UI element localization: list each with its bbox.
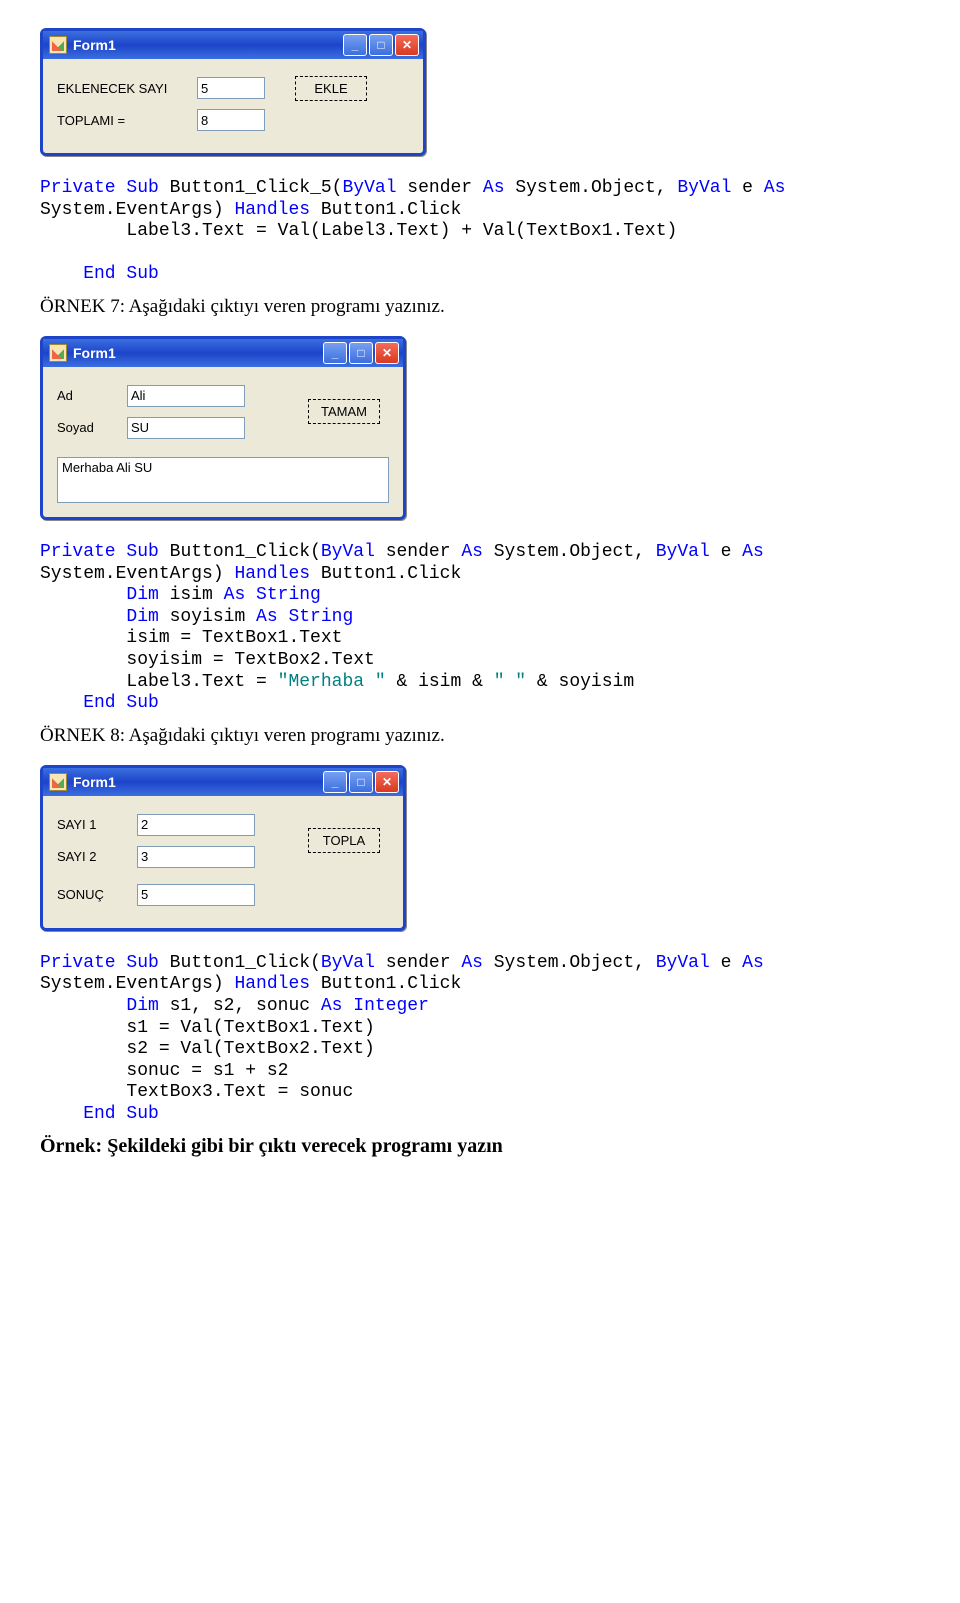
input-sonuc[interactable] (137, 884, 255, 906)
tamam-button[interactable]: TAMAM (308, 399, 380, 424)
form2-window: Form1 _ □ ✕ Ad Soyad TAMAM (40, 336, 406, 520)
code-block-2: Private Sub Button1_Click(ByVal sender A… (40, 542, 920, 715)
minimize-icon[interactable]: _ (323, 771, 347, 793)
form1-title: Form1 (73, 37, 116, 53)
label-sayi2: SAYI 2 (57, 849, 137, 864)
form3-window: Form1 _ □ ✕ SAYI 1 SAYI 2 T (40, 765, 406, 931)
label-eklenecek-sayi: EKLENECEK SAYI (57, 81, 197, 96)
form2-titlebar[interactable]: Form1 _ □ ✕ (43, 339, 403, 367)
minimize-icon[interactable]: _ (343, 34, 367, 56)
ekle-button[interactable]: EKLE (295, 76, 367, 101)
input-ad[interactable] (127, 385, 245, 407)
form1-titlebar[interactable]: Form1 _ □ ✕ (43, 31, 423, 59)
input-soyad[interactable] (127, 417, 245, 439)
ornek-last-text: Örnek: Şekildeki gibi bir çıktı verecek … (40, 1135, 920, 1158)
label-sonuc: SONUÇ (57, 887, 137, 902)
maximize-icon[interactable]: □ (349, 342, 373, 364)
app-icon (49, 344, 67, 362)
form3-title: Form1 (73, 774, 116, 790)
app-icon (49, 36, 67, 54)
form2-title: Form1 (73, 345, 116, 361)
input-sayi2[interactable] (137, 846, 255, 868)
input-eklenecek-sayi[interactable] (197, 77, 265, 99)
close-icon[interactable]: ✕ (375, 771, 399, 793)
label-ad: Ad (57, 388, 127, 403)
maximize-icon[interactable]: □ (349, 771, 373, 793)
form3-titlebar[interactable]: Form1 _ □ ✕ (43, 768, 403, 796)
topla-button[interactable]: TOPLA (308, 828, 380, 853)
maximize-icon[interactable]: □ (369, 34, 393, 56)
app-icon (49, 773, 67, 791)
minimize-icon[interactable]: _ (323, 342, 347, 364)
label-toplam: TOPLAMI = (57, 113, 197, 128)
close-icon[interactable]: ✕ (375, 342, 399, 364)
code-block-1: Private Sub Button1_Click_5(ByVal sender… (40, 178, 920, 286)
close-icon[interactable]: ✕ (395, 34, 419, 56)
form1-window: Form1 _ □ ✕ EKLENECEK SAYI EKLE TOPLAMI … (40, 28, 426, 156)
label-soyad: Soyad (57, 420, 127, 435)
input-sayi1[interactable] (137, 814, 255, 836)
input-toplam[interactable] (197, 109, 265, 131)
ornek-8-text: ÖRNEK 8: Aşağıdaki çıktıyı veren program… (40, 725, 920, 747)
code-block-3: Private Sub Button1_Click(ByVal sender A… (40, 953, 920, 1126)
label-sayi1: SAYI 1 (57, 817, 137, 832)
ornek-7-text: ÖRNEK 7: Aşağıdaki çıktıyı veren program… (40, 296, 920, 318)
output-memo[interactable]: Merhaba Ali SU (57, 457, 389, 503)
